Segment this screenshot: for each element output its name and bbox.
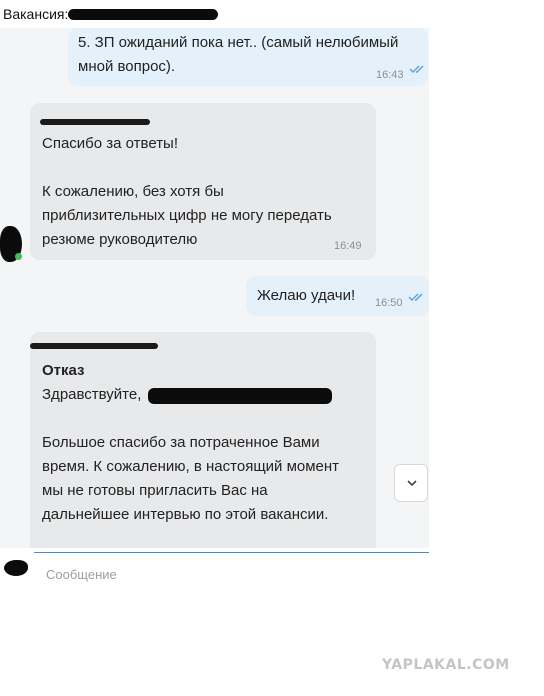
message-text: Желаю удачи! bbox=[257, 287, 356, 304]
message-greeting: Здравствуйте, bbox=[42, 386, 142, 403]
message-incoming: Спасибо за ответы! К сожалению, без хотя… bbox=[30, 103, 376, 260]
redacted-recipient-name bbox=[148, 388, 332, 404]
message-outgoing: Желаю удачи! 16:50 bbox=[246, 276, 429, 316]
message-input[interactable] bbox=[44, 563, 418, 583]
watermark: YAPLAKAL.COM bbox=[382, 657, 510, 673]
vacancy-header: Вакансия: bbox=[0, 0, 544, 28]
message-time: 16:43 bbox=[376, 69, 404, 81]
message-incoming: Отказ Здравствуйте, Большое спасибо за п… bbox=[30, 332, 376, 548]
vacancy-label: Вакансия: bbox=[3, 6, 69, 22]
online-indicator bbox=[15, 253, 22, 260]
redacted-vacancy-name bbox=[68, 9, 218, 20]
redacted-sender-name bbox=[40, 119, 150, 125]
message-time: 16:50 bbox=[375, 297, 403, 309]
message-text: Большое спасибо за потраченное Вами врем… bbox=[42, 434, 340, 523]
message-composer[interactable] bbox=[34, 552, 429, 583]
message-subject: Отказ bbox=[42, 362, 85, 379]
scroll-down-button[interactable] bbox=[394, 464, 428, 502]
message-text: Спасибо за ответы! К сожалению, без хотя… bbox=[42, 135, 332, 248]
message-time: 16:49 bbox=[334, 240, 362, 252]
chat-history[interactable]: 5. ЗП ожиданий пока нет.. (самый нелюбим… bbox=[0, 28, 429, 548]
user-avatar bbox=[4, 560, 28, 576]
message-outgoing: 5. ЗП ожиданий пока нет.. (самый нелюбим… bbox=[68, 28, 428, 86]
chevron-down-icon bbox=[407, 480, 417, 487]
double-check-icon bbox=[409, 65, 424, 73]
redacted-sender-name bbox=[30, 343, 158, 349]
double-check-icon bbox=[408, 293, 423, 301]
